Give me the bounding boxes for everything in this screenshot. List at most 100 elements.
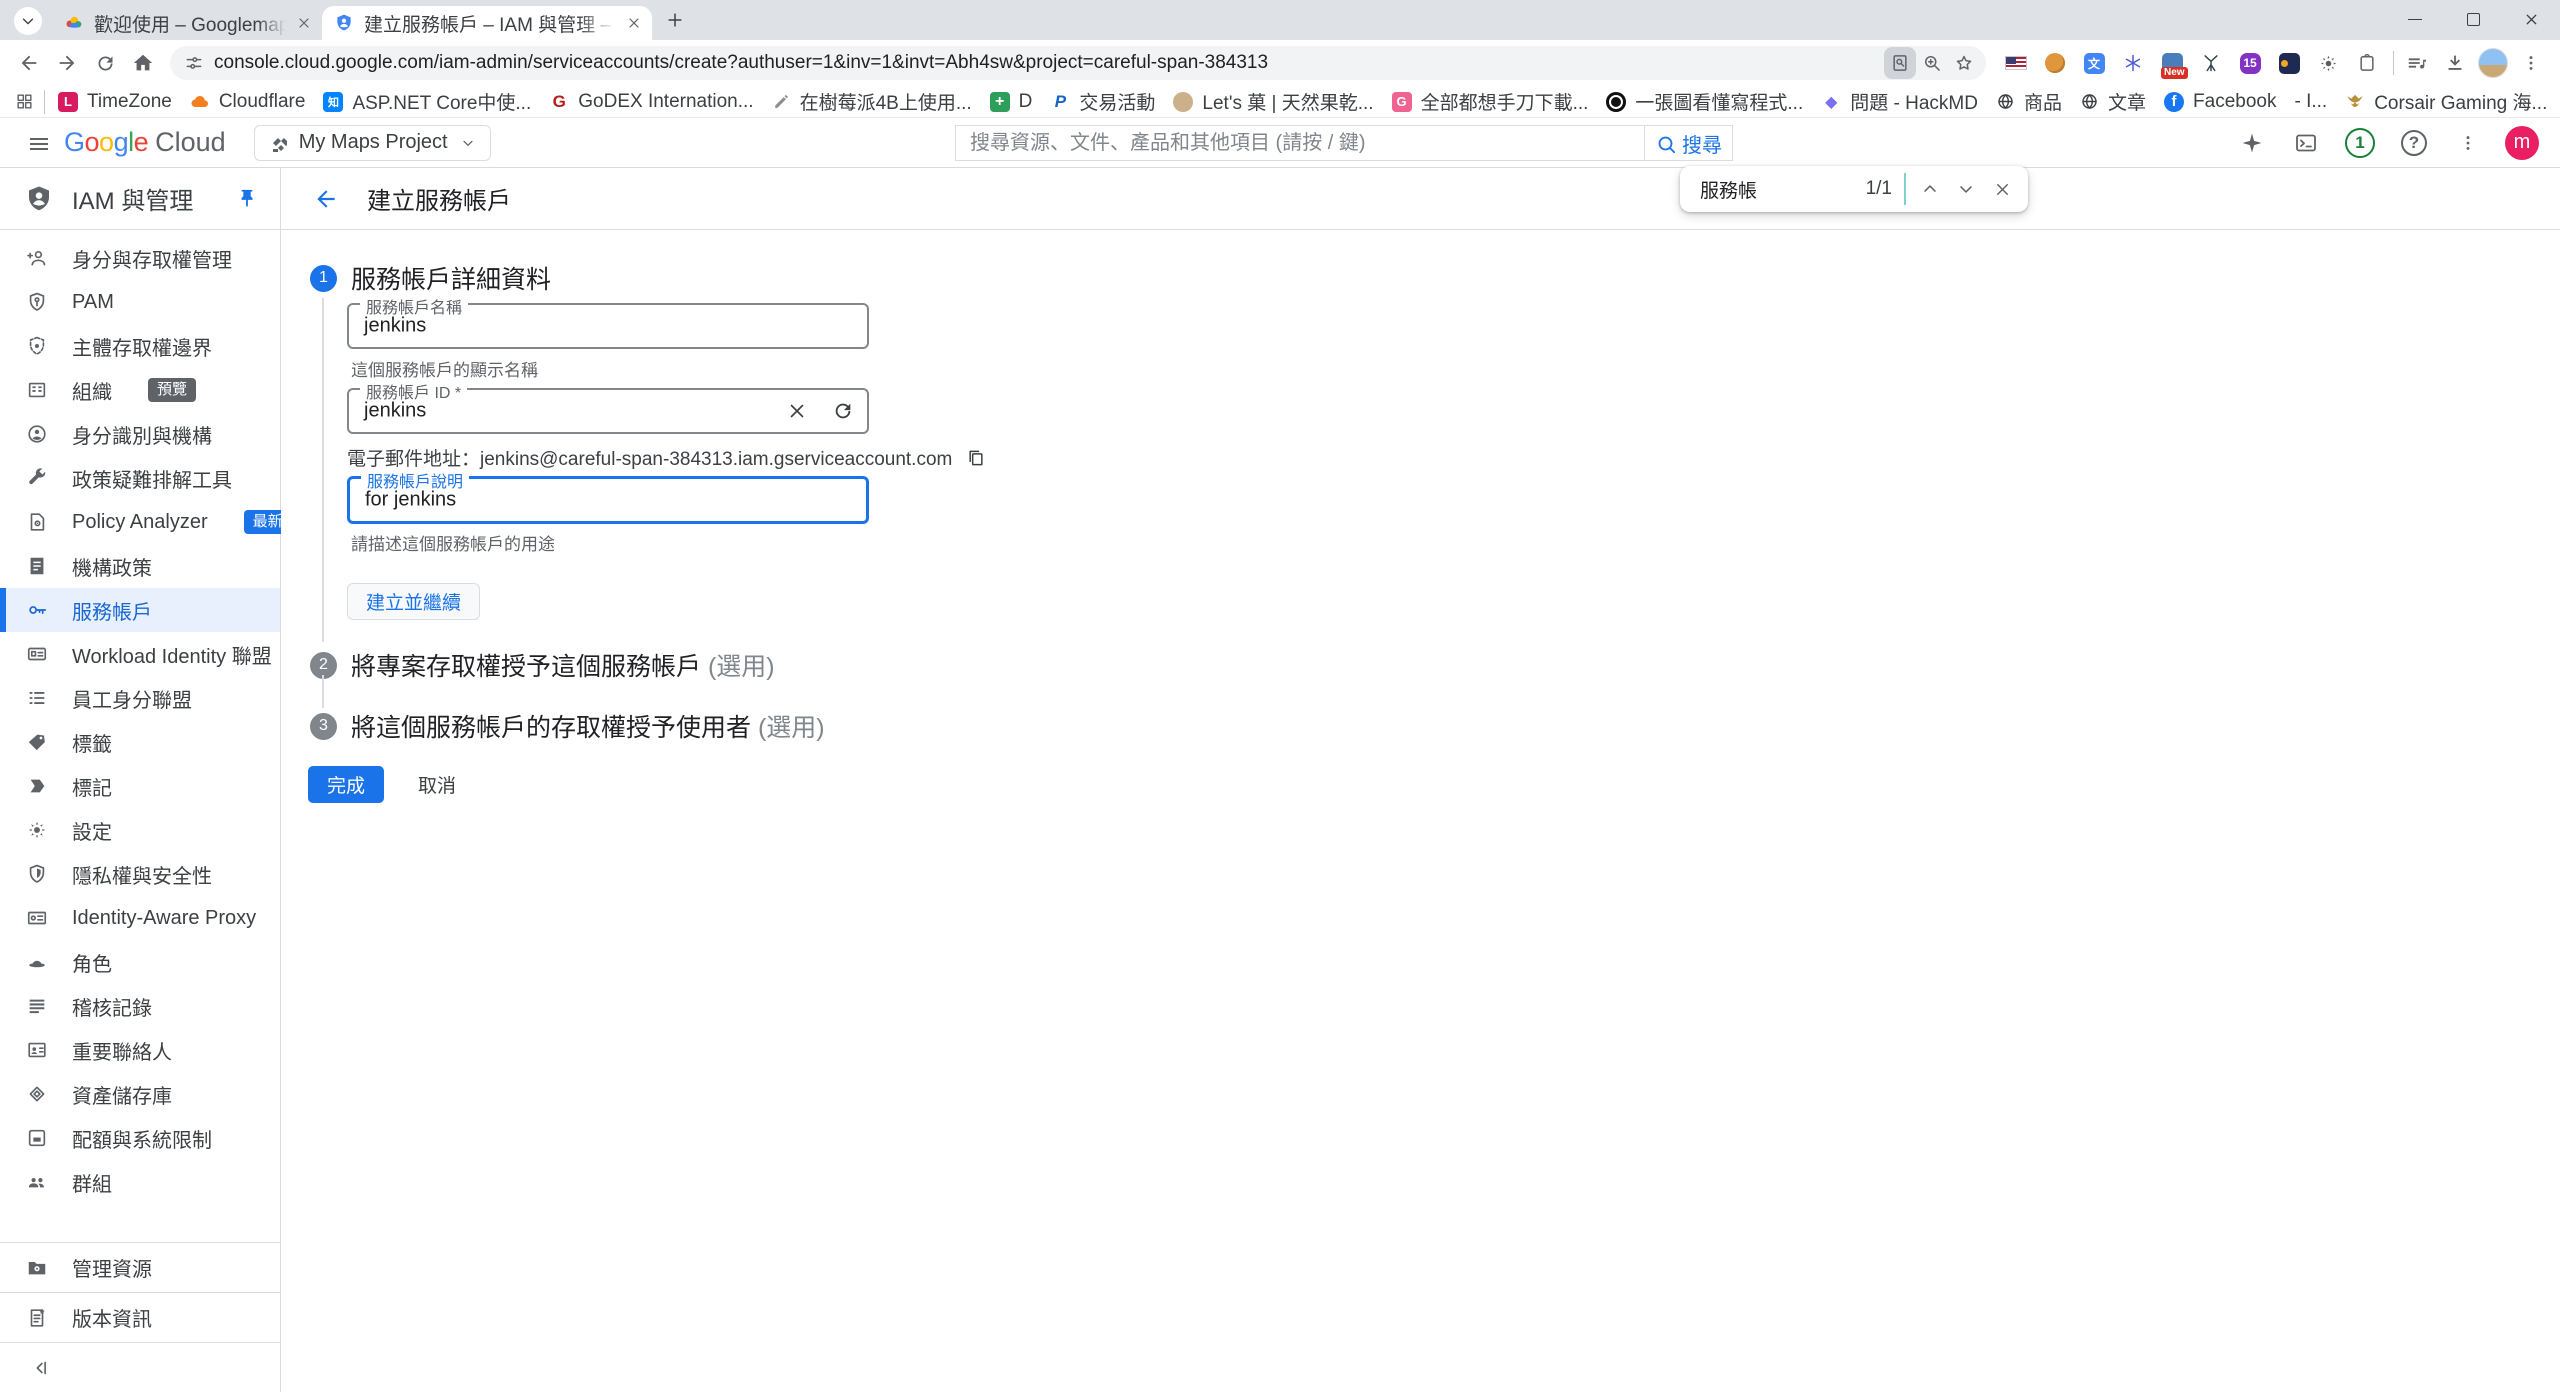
notifications-button[interactable]: 1 — [2338, 121, 2382, 165]
sidebar-item-policy-troubleshooter[interactable]: 政策疑難排解工具 — [0, 456, 280, 500]
find-close-button[interactable] — [1984, 171, 2020, 207]
sidebar-item-workload-identity[interactable]: Workload Identity 聯盟 — [0, 632, 280, 676]
bookmark-d[interactable]: +D — [981, 89, 1042, 115]
sidebar-item-identity-organization[interactable]: 身分識別與機構 — [0, 412, 280, 456]
zoom-icon[interactable] — [1916, 47, 1948, 79]
site-permissions-icon[interactable] — [184, 53, 204, 73]
clipboard-extension-icon[interactable] — [2355, 51, 2379, 75]
bookmark-products[interactable]: 商品 — [1987, 89, 2071, 115]
downloads-button[interactable] — [2436, 44, 2474, 82]
bookmark-programming[interactable]: 一張圖看懂寫程式... — [1597, 89, 1812, 115]
gear-extension-icon[interactable] — [2316, 51, 2340, 75]
project-picker-button[interactable]: My Maps Project — [254, 125, 491, 161]
pin-icon[interactable] — [230, 182, 264, 216]
bookmark-aspnet[interactable]: 知ASP.NET Core中使... — [314, 89, 540, 115]
cloud-shell-button[interactable] — [2284, 121, 2328, 165]
service-account-description-field[interactable]: 服務帳戶說明 for jenkins — [347, 476, 869, 524]
bookmark-lets-fruit[interactable]: Let's 菓 | 天然果乾... — [1164, 89, 1382, 115]
done-button[interactable]: 完成 — [308, 766, 384, 803]
cloud-search-button[interactable]: 搜尋 — [1645, 125, 1733, 161]
sidebar-item-asset-inventory[interactable]: 資產儲存庫 — [0, 1072, 280, 1116]
sidebar-item-groups[interactable]: 群組 — [0, 1160, 280, 1204]
home-button[interactable] — [124, 44, 162, 82]
navy-extension-icon[interactable] — [2277, 51, 2301, 75]
bookmark-toby[interactable]: Toby — [2556, 89, 2560, 115]
close-tab-icon[interactable] — [296, 15, 312, 31]
apps-grid-icon[interactable] — [8, 86, 40, 118]
bookmark-timezone[interactable]: LTimeZone — [49, 89, 181, 115]
snowflake-extension-icon[interactable] — [2121, 51, 2145, 75]
step-3-header[interactable]: 3 將這個服務帳戶的存取權授予使用者 (選用) — [310, 708, 825, 744]
sidebar-item-audit-logs[interactable]: 稽核記錄 — [0, 984, 280, 1028]
cloud-search-field[interactable] — [955, 125, 1645, 161]
sidebar-item-tags[interactable]: 標記 — [0, 764, 280, 808]
address-bar[interactable]: console.cloud.google.com/iam-admin/servi… — [170, 46, 1986, 80]
sidebar-item-essential-contacts[interactable]: 重要聯絡人 — [0, 1028, 280, 1072]
copy-icon[interactable] — [966, 448, 986, 468]
sidebar-item-manage-resources[interactable]: 管理資源 — [0, 1242, 280, 1292]
sidebar-item-policy-analyzer[interactable]: Policy Analyzer最新 — [0, 500, 280, 544]
sidebar-collapse-button[interactable] — [0, 1342, 280, 1392]
new-tab-button[interactable] — [658, 3, 692, 37]
sidebar-item-org-policies[interactable]: 機構政策 — [0, 544, 280, 588]
window-minimize-button[interactable] — [2386, 0, 2444, 38]
sidebar-item-privacy-security[interactable]: 隱私權與安全性 — [0, 852, 280, 896]
back-arrow-button[interactable] — [309, 182, 343, 216]
sidebar-item-iam[interactable]: 身分與存取權管理 — [0, 236, 280, 280]
google-cloud-logo[interactable]: GoogleCloud — [64, 127, 226, 158]
create-and-continue-button[interactable]: 建立並繼續 — [347, 583, 480, 620]
bookmark-hackmd[interactable]: ◆問題 - HackMD — [1812, 89, 1987, 115]
browser-profile-avatar[interactable] — [2474, 44, 2512, 82]
bookmark-cloudflare[interactable]: Cloudflare — [181, 89, 315, 115]
capture-extension-icon[interactable]: New — [2160, 51, 2184, 75]
reload-button[interactable] — [86, 44, 124, 82]
clear-id-icon[interactable] — [786, 400, 808, 422]
find-in-page-bar[interactable]: 服務帳 1/1 — [1680, 166, 2028, 212]
bookmark-raspberrypi[interactable]: 在樹莓派4B上使用... — [763, 89, 981, 115]
sidebar-item-service-accounts[interactable]: 服務帳戶 — [0, 588, 280, 632]
playlist-icon[interactable] — [2398, 44, 2436, 82]
step-2-header[interactable]: 2 將專案存取權授予這個服務帳戶 (選用) — [310, 647, 775, 683]
window-restore-button[interactable] — [2444, 0, 2502, 38]
sidebar-item-workforce-identity[interactable]: 員工身分聯盟 — [0, 676, 280, 720]
bookmark-corsair[interactable]: Corsair Gaming 海... — [2336, 89, 2556, 115]
service-account-name-field[interactable]: 服務帳戶名稱 jenkins — [347, 303, 869, 349]
antenna-extension-icon[interactable] — [2199, 51, 2223, 75]
navigation-menu-button[interactable] — [16, 121, 60, 165]
tab-welcome-googlemap[interactable]: 歡迎使用 – Googlemap – Goo... — [52, 6, 322, 40]
bookmark-paypal[interactable]: P交易活動 — [1041, 89, 1164, 115]
bookmark-facebook[interactable]: fFacebook — [2155, 89, 2285, 115]
close-tab-icon[interactable] — [626, 15, 642, 31]
window-close-button[interactable] — [2502, 0, 2560, 38]
sidebar-item-quotas[interactable]: 配額與系統限制 — [0, 1116, 280, 1160]
find-next-button[interactable] — [1948, 171, 1984, 207]
sidebar-item-identity-aware-proxy[interactable]: Identity-Aware Proxy — [0, 896, 280, 940]
sidebar-item-organizations[interactable]: 組織預覽 — [0, 368, 280, 412]
forward-button[interactable] — [48, 44, 86, 82]
bookmark-download-all[interactable]: G全部都想手刀下載... — [1383, 89, 1598, 115]
cloud-search-input[interactable] — [958, 132, 1642, 155]
sidebar-item-roles[interactable]: 角色 — [0, 940, 280, 984]
sidebar-item-pam[interactable]: PAM — [0, 280, 280, 324]
account-avatar[interactable]: m — [2500, 121, 2544, 165]
translate-extension-icon[interactable]: 文 — [2082, 51, 2106, 75]
url-text[interactable]: console.cloud.google.com/iam-admin/servi… — [214, 52, 1884, 74]
purple-15-extension-icon[interactable]: 15 — [2238, 51, 2262, 75]
sidebar-item-labels[interactable]: 標籤 — [0, 720, 280, 764]
tab-search-button[interactable] — [14, 7, 42, 35]
tab-create-service-account[interactable]: 建立服務帳戶 – IAM 與管理 – M... — [322, 6, 652, 40]
sidebar-item-principal-access-boundary[interactable]: 主體存取權邊界 — [0, 324, 280, 368]
browser-menu-button[interactable] — [2512, 44, 2550, 82]
find-query-text[interactable]: 服務帳 — [1700, 176, 1866, 203]
back-button[interactable] — [10, 44, 48, 82]
sidebar-item-settings[interactable]: 設定 — [0, 808, 280, 852]
cancel-button[interactable]: 取消 — [418, 771, 456, 798]
bookmark-partial[interactable]: - I... — [2285, 89, 2336, 115]
bookmark-star-icon[interactable] — [1948, 47, 1980, 79]
help-button[interactable]: ? — [2392, 121, 2436, 165]
find-in-page-icon[interactable] — [1884, 47, 1916, 79]
find-previous-button[interactable] — [1912, 171, 1948, 207]
flag-extension-icon[interactable] — [2004, 51, 2028, 75]
regenerate-id-icon[interactable] — [832, 400, 854, 422]
sidebar-item-release-notes[interactable]: 版本資訊 — [0, 1292, 280, 1342]
